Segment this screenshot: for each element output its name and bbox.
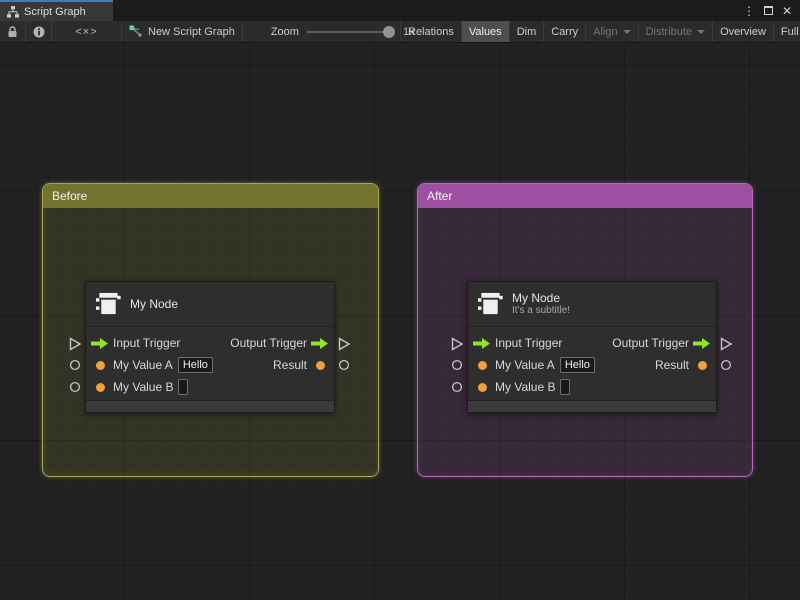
info-icon <box>33 26 45 38</box>
distribute-label: Distribute <box>645 25 693 38</box>
port-label: Input Trigger <box>495 336 563 350</box>
close-icon[interactable]: ✕ <box>779 3 795 19</box>
value-input-port[interactable] <box>91 356 109 374</box>
external-flow-port-icon[interactable] <box>337 337 351 351</box>
external-value-port-icon[interactable] <box>450 358 464 372</box>
tab-script-graph[interactable]: Script Graph <box>0 0 113 21</box>
flow-output-port[interactable] <box>693 334 711 352</box>
graph-hierarchy-icon <box>7 5 19 18</box>
maximize-icon[interactable] <box>760 3 776 19</box>
values-button[interactable]: Values <box>461 21 510 42</box>
node-my-node-after[interactable]: My Node It's a subtitle! Input Trigger O… <box>467 281 717 413</box>
value-b-field[interactable] <box>178 379 189 395</box>
tab-title: Script Graph <box>24 5 86 18</box>
dim-button[interactable]: Dim <box>510 21 545 42</box>
external-flow-port-icon[interactable] <box>450 337 464 351</box>
port-label: Result <box>654 358 689 372</box>
window-controls: ⋮ ✕ <box>741 0 800 21</box>
flow-input-port[interactable] <box>91 334 109 352</box>
external-value-port-icon[interactable] <box>719 358 733 372</box>
node-title: My Node <box>512 291 561 305</box>
zoom-slider[interactable] <box>306 25 395 38</box>
group-title: After <box>427 189 453 203</box>
value-input-port[interactable] <box>473 378 491 396</box>
value-output-port[interactable] <box>693 356 711 374</box>
relations-button[interactable]: Relations <box>401 21 462 42</box>
external-value-port-icon[interactable] <box>68 358 82 372</box>
node-footer <box>86 400 334 412</box>
script-graph-window: Script Graph ⋮ ✕ <×> New Script Graph Zo… <box>0 0 800 600</box>
port-label: My Value B <box>495 380 556 394</box>
value-input-port[interactable] <box>91 378 109 396</box>
group-title: Before <box>52 189 88 203</box>
overview-button[interactable]: Overview <box>713 21 774 42</box>
carry-button[interactable]: Carry <box>544 21 587 42</box>
lock-button[interactable] <box>0 21 26 42</box>
new-script-graph-button[interactable]: New Script Graph <box>122 21 243 42</box>
unit-icon <box>477 291 503 317</box>
value-a-field[interactable]: Hello <box>177 357 213 373</box>
port-label: Output Trigger <box>612 336 689 350</box>
unit-icon <box>95 291 121 317</box>
flow-output-port[interactable] <box>311 334 329 352</box>
value-a-field[interactable]: Hello <box>559 357 595 373</box>
external-flow-port-icon[interactable] <box>68 337 82 351</box>
chevron-down-icon <box>622 29 631 34</box>
align-dropdown[interactable]: Align <box>586 21 639 42</box>
external-value-port-icon[interactable] <box>337 358 351 372</box>
code-preview-button[interactable]: <×> <box>52 21 122 42</box>
menu-kebab-icon[interactable]: ⋮ <box>741 3 757 19</box>
port-label: My Value A <box>113 358 173 372</box>
node-subtitle: It's a subtitle! <box>512 305 571 316</box>
port-label: My Value B <box>113 380 174 394</box>
node-title: My Node <box>130 297 179 311</box>
group-before-header[interactable]: Before <box>43 184 378 208</box>
fullscreen-button[interactable]: Full Scr <box>774 21 800 42</box>
external-value-port-icon[interactable] <box>450 380 464 394</box>
lock-icon <box>7 25 18 38</box>
tab-bar: Script Graph ⋮ ✕ <box>0 0 800 21</box>
value-input-port[interactable] <box>473 356 491 374</box>
zoom-label: Zoom <box>270 25 299 38</box>
graph-branch-icon <box>129 25 142 38</box>
node-body: Input Trigger Output Trigger My Value A … <box>468 327 716 398</box>
value-b-field[interactable] <box>560 379 571 395</box>
zoom-control: Zoom 1x <box>271 21 419 42</box>
value-output-port[interactable] <box>311 356 329 374</box>
distribute-dropdown[interactable]: Distribute <box>639 21 714 42</box>
group-after-header[interactable]: After <box>418 184 752 208</box>
zoom-slider-knob[interactable] <box>382 25 395 38</box>
port-label: Output Trigger <box>230 336 307 350</box>
external-value-port-icon[interactable] <box>68 380 82 394</box>
node-my-node-before[interactable]: My Node Input Trigger Output Trigger My … <box>85 281 335 413</box>
toolbar-toggles: Relations Values Dim Carry Align Distrib… <box>400 21 800 42</box>
port-label: Result <box>272 358 307 372</box>
align-label: Align <box>593 25 618 38</box>
inspect-button[interactable] <box>26 21 52 42</box>
chevron-down-icon <box>697 29 706 34</box>
external-flow-port-icon[interactable] <box>719 337 733 351</box>
port-label: My Value A <box>495 358 555 372</box>
new-script-graph-label: New Script Graph <box>148 25 235 38</box>
node-body: Input Trigger Output Trigger My Value A … <box>86 327 334 398</box>
graph-toolbar: <×> New Script Graph Zoom 1x Relations V… <box>0 21 800 43</box>
node-header[interactable]: My Node It's a subtitle! <box>468 282 716 327</box>
port-label: Input Trigger <box>113 336 181 350</box>
flow-input-port[interactable] <box>473 334 491 352</box>
node-footer <box>468 400 716 412</box>
graph-canvas[interactable]: Before After My Node Input Trigger Outpu… <box>0 44 800 600</box>
node-header[interactable]: My Node <box>86 282 334 327</box>
